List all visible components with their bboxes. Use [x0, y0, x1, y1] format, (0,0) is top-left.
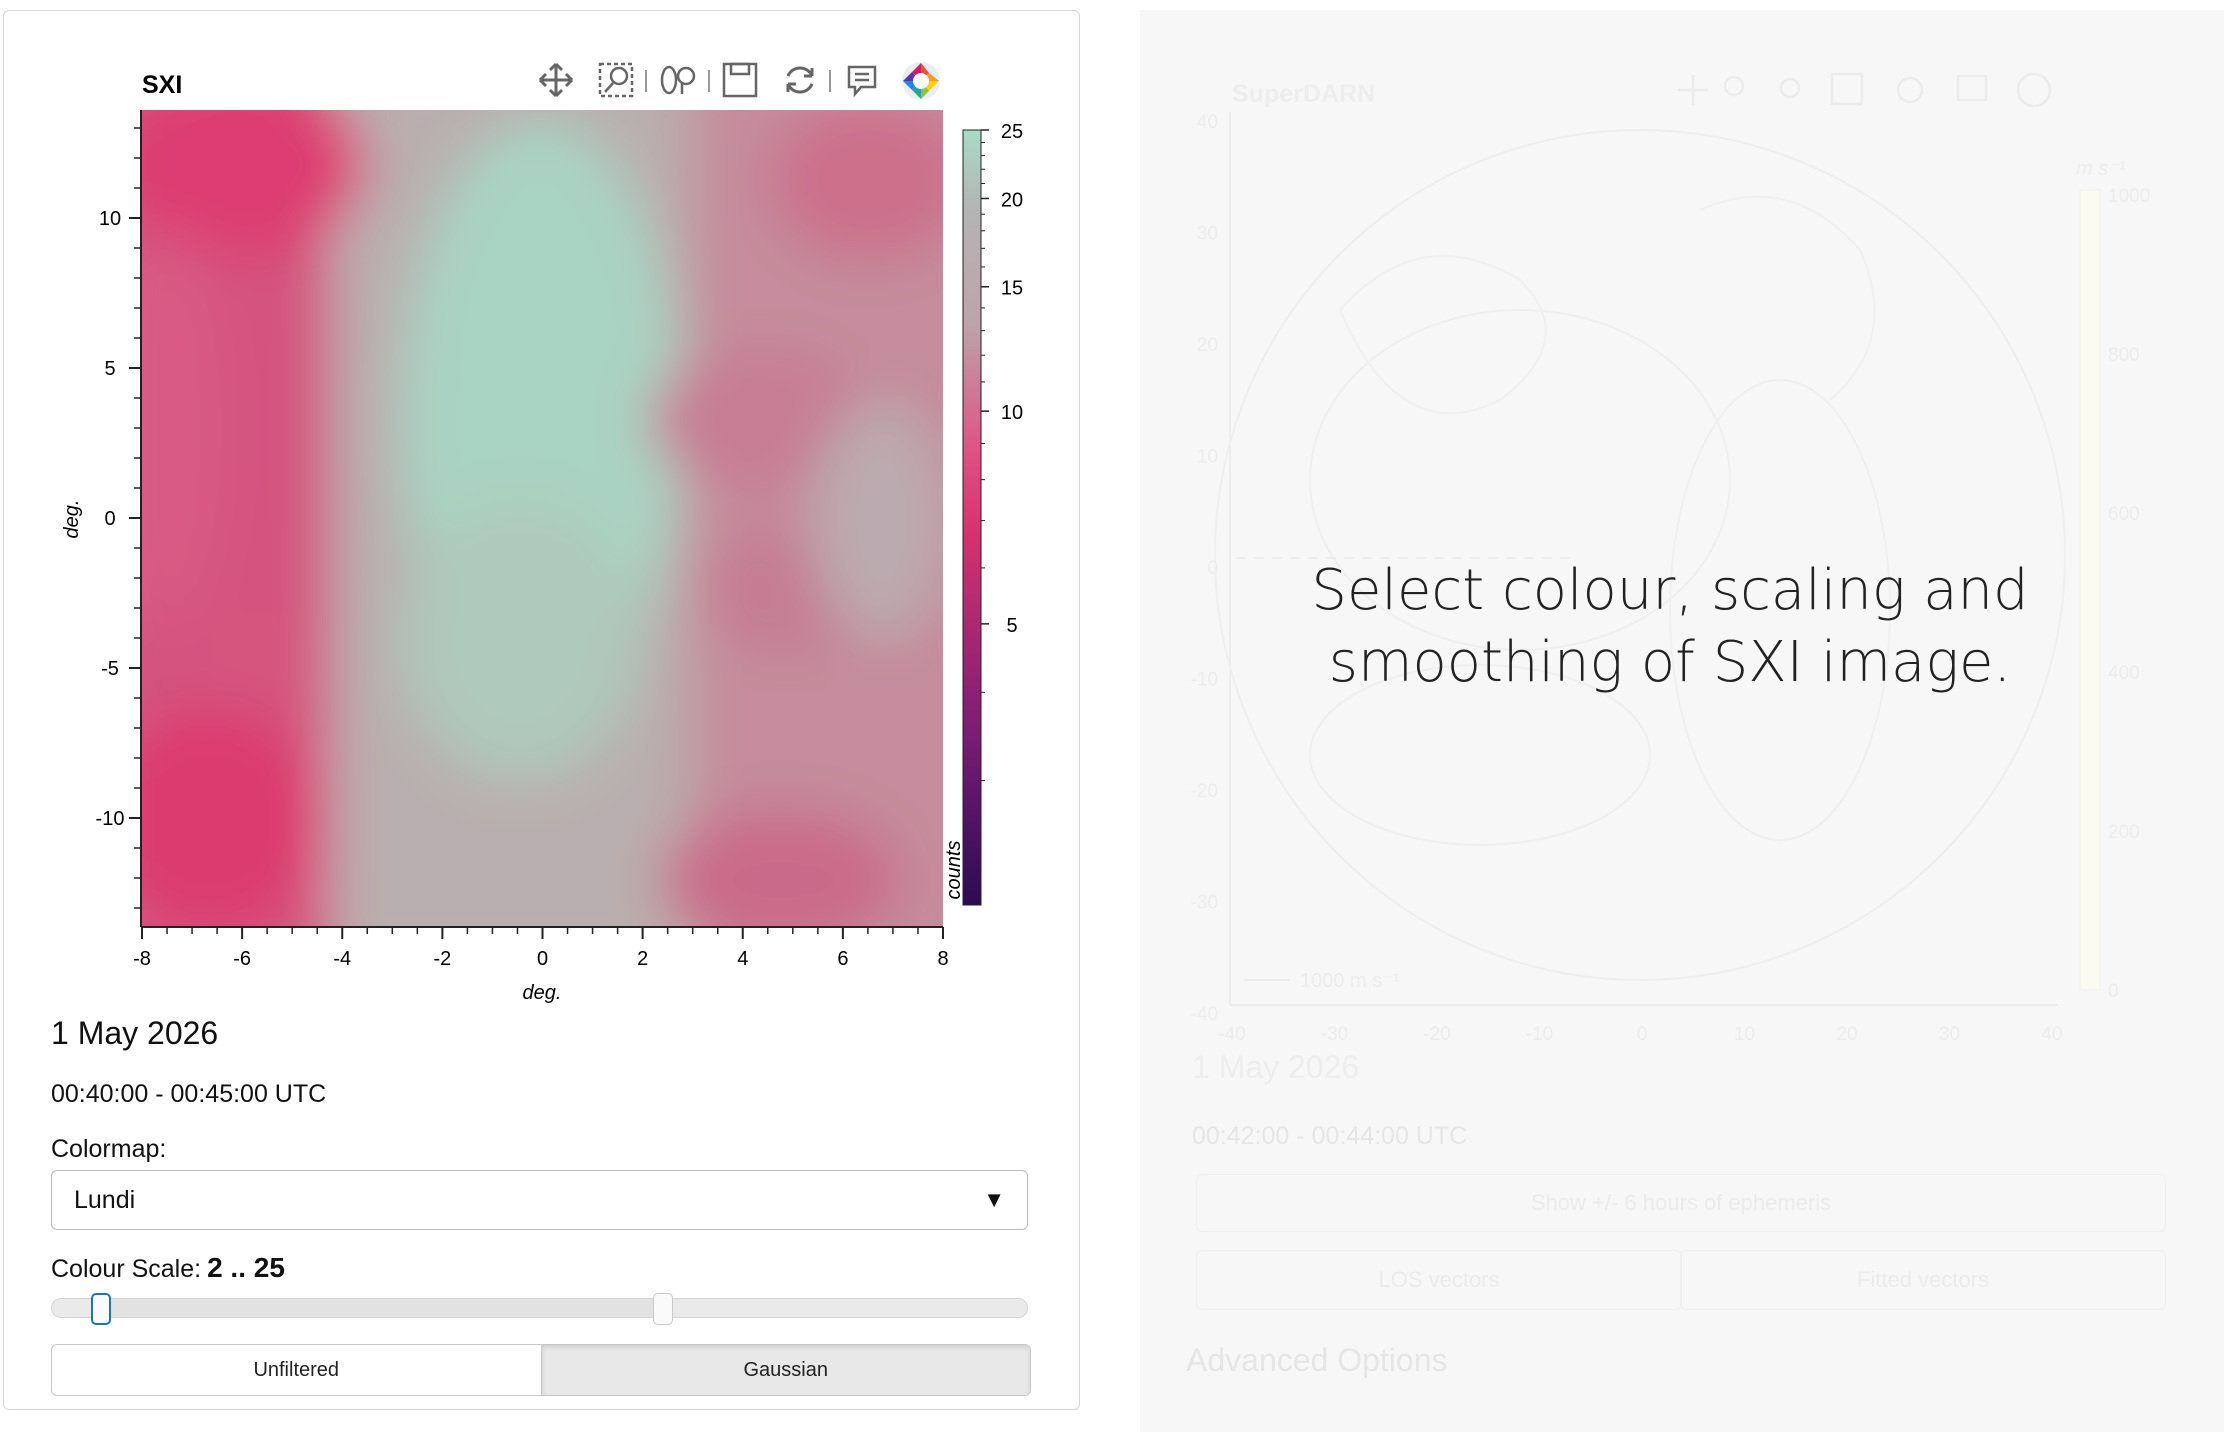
colorbar-tick-label: 15: [1001, 278, 1023, 300]
reset-icon[interactable]: [786, 66, 814, 94]
image-date: 1 May 2026: [51, 1015, 219, 1051]
superdarn-x-tick-label: 0: [1637, 1024, 1648, 1045]
superdarn-y-tick-label: -20: [1191, 781, 1218, 802]
wheel-zoom-icon[interactable]: [660, 65, 696, 95]
gaussian-button[interactable]: Gaussian: [540, 1345, 1030, 1395]
superdarn-toolbar: [1678, 72, 2052, 108]
colorbar: [962, 129, 982, 906]
superdarn-x-tick-label: 30: [1939, 1024, 1960, 1045]
los-vectors-button[interactable]: LOS vectors: [1196, 1250, 1682, 1310]
x-tick-label: -8: [133, 948, 151, 970]
chevron-down-icon: ▼: [983, 1187, 1005, 1212]
box-zoom-icon[interactable]: [598, 62, 634, 98]
superdarn-colorbar-tick-label: 800: [2108, 345, 2140, 366]
fitted-vectors-button[interactable]: Fitted vectors: [1680, 1250, 2166, 1310]
plot-title: SXI: [142, 71, 182, 99]
y-tick-label: -10: [96, 808, 125, 830]
superdarn-colorbar-tick-label: 0: [2108, 981, 2119, 1002]
superdarn-x-tick-label: -20: [1423, 1024, 1450, 1045]
x-tick-label: -4: [333, 948, 351, 970]
colorbar-tick-label: 10: [1001, 402, 1023, 424]
superdarn-y-tick-label: -30: [1191, 893, 1218, 914]
superdarn-x-tick-label: 10: [1734, 1024, 1755, 1045]
y-tick-label: -5: [101, 658, 119, 680]
pan-icon[interactable]: [538, 62, 574, 98]
plot-toolbar: [538, 62, 940, 100]
image-time-range: 00:40:00 - 00:45:00 UTC: [51, 1080, 327, 1108]
unfiltered-button[interactable]: Unfiltered: [52, 1345, 541, 1395]
x-axis: -8 -6 -4 -2 0 2 4 6 8: [133, 927, 949, 970]
colorbar-label: counts: [943, 841, 965, 900]
slider-handle-high[interactable]: [652, 1293, 673, 1325]
colormap-label: Colormap:: [51, 1135, 167, 1163]
colorbar-tick-label: 25: [1001, 121, 1023, 143]
ephemeris-button[interactable]: Show +/- 6 hours of ephemeris: [1196, 1174, 2166, 1232]
colour-scale-label: Colour Scale: 2 .. 25: [51, 1252, 285, 1283]
x-tick-label: 2: [637, 948, 648, 970]
superdarn-x-tick-label: -40: [1218, 1024, 1245, 1045]
y-tick-label: 0: [104, 508, 115, 530]
y-tick-label: 10: [99, 208, 121, 230]
superdarn-colorbar-tick-label: 600: [2108, 504, 2140, 525]
colorbar-ticks: 25 20 15 10 5: [981, 121, 1023, 782]
superdarn-x-tick-label: -10: [1526, 1024, 1553, 1045]
x-tick-label: -6: [233, 948, 251, 970]
x-tick-label: 4: [737, 948, 748, 970]
x-axis-label: deg.: [523, 982, 562, 1004]
superdarn-y-tick-label: 20: [1197, 335, 1218, 356]
x-tick-label: 0: [537, 948, 548, 970]
sxi-plot: SXI 10 5 0 -5 -10 -8 -6 -4 -2 0 2 4 6 8 deg. deg. 25…: [61, 62, 1023, 1004]
slider-handle-low[interactable]: [90, 1293, 111, 1325]
superdarn-time-range: 00:42:00 - 00:44:00 UTC: [1192, 1122, 1468, 1150]
superdarn-colorbar-tick-label: 200: [2108, 822, 2140, 843]
superdarn-x-tick-label: 20: [1836, 1024, 1857, 1045]
colorbar-tick-label: 5: [1006, 615, 1017, 637]
hover-icon[interactable]: [847, 65, 877, 98]
superdarn-x-tick-label: 40: [2041, 1024, 2062, 1045]
superdarn-panel: SuperDARN 40 30 20 10 0 -10 -20 -30 -40 -40 -30 -2…: [1140, 10, 2224, 1432]
y-axis: 10 5 0 -5 -10: [96, 208, 141, 830]
superdarn-y-tick-label: 10: [1197, 447, 1218, 468]
x-tick-label: 8: [937, 948, 948, 970]
filter-toggle: Unfiltered Gaussian: [51, 1344, 1031, 1396]
colour-scale-slider[interactable]: [51, 1293, 1028, 1325]
advanced-options[interactable]: Advanced Options: [1186, 1342, 1448, 1379]
colormap-value: Lundi: [74, 1185, 136, 1214]
sxi-image: [142, 110, 943, 926]
superdarn-x-axis: -40 -30 -20 -10 0 10 20 30 40: [1218, 1024, 2062, 1045]
x-tick-label: 6: [837, 948, 848, 970]
superdarn-y-tick-label: 40: [1197, 112, 1218, 133]
superdarn-colorbar-unit: m s⁻¹: [2076, 158, 2126, 180]
superdarn-y-tick-label: -40: [1191, 1004, 1218, 1025]
superdarn-date: 1 May 2026: [1192, 1049, 1359, 1085]
colour-scale-value: 2 .. 25: [207, 1252, 285, 1283]
superdarn-scale-vector: 1000 m s⁻¹: [1300, 970, 1400, 992]
bokeh-logo-icon: [902, 62, 940, 100]
superdarn-colorbar-tick-label: 1000: [2108, 186, 2150, 207]
superdarn-x-tick-label: -30: [1321, 1024, 1348, 1045]
superdarn-title: SuperDARN: [1232, 80, 1375, 108]
superdarn-y-tick-label: 30: [1197, 224, 1218, 245]
colormap-select[interactable]: Lundi ▼: [51, 1170, 1028, 1230]
y-tick-label: 5: [104, 358, 115, 380]
instruction-message: Select colour, scaling and smoothing of …: [1311, 558, 2029, 695]
colorbar-tick-label: 20: [1001, 189, 1023, 211]
y-axis-label: deg.: [61, 500, 83, 539]
x-tick-label: -2: [433, 948, 451, 970]
superdarn-plot: SuperDARN 40 30 20 10 0 -10 -20 -30 -40 -40 -30 -2…: [1191, 72, 2150, 1085]
save-icon[interactable]: [722, 62, 758, 98]
